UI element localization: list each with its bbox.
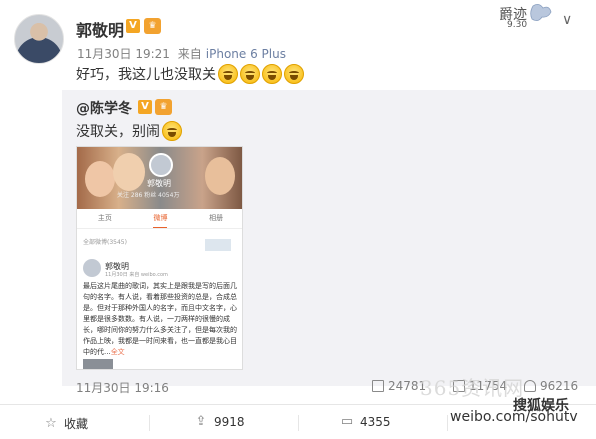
favorite-button[interactable]: ☆ 收藏 — [44, 415, 88, 432]
author-avatar[interactable] — [14, 14, 64, 64]
laugh-cry-emoji-icon — [162, 121, 182, 141]
favorite-label: 收藏 — [64, 417, 89, 431]
verified-badge-icon: V — [138, 100, 152, 114]
star-icon: ☆ — [45, 415, 57, 431]
repost-like-action[interactable]: 96216 — [524, 379, 578, 393]
profile-tab: 主页 — [97, 214, 112, 222]
post-source[interactable]: iPhone 6 Plus — [206, 47, 286, 61]
comment-count: 4355 — [360, 415, 391, 429]
repost-card: @陈学冬 V ♛ 没取关，别闹 郭敬明 关注 286 粉丝 4054万 主页 微… — [62, 90, 596, 395]
inner-avatar — [83, 259, 101, 277]
banner-face — [113, 153, 145, 191]
profile-tab: 相册 — [209, 214, 224, 222]
like-icon — [524, 380, 536, 392]
forward-button[interactable]: ⇪ 9918 — [194, 414, 245, 430]
repost-image[interactable]: 郭敬明 关注 286 粉丝 4054万 主页 微博 相册 全部微博(3545) … — [76, 146, 243, 370]
inner-meta: 11月30日 来自 weibo.com — [105, 272, 168, 278]
vip-crown-icon: ♛ — [144, 18, 161, 34]
banner-face — [205, 157, 235, 195]
profile-tabs: 主页 微博 相册 — [77, 213, 242, 229]
banner-face — [85, 161, 115, 197]
repost-like-count: 96216 — [540, 379, 579, 393]
laugh-cry-emoji-icon — [284, 64, 304, 84]
profile-name: 郭敬明 — [147, 179, 171, 188]
profile-avatar — [149, 153, 173, 177]
comment-button[interactable]: ▭ 4355 — [340, 414, 391, 430]
post-source-prefix: 来自 — [177, 47, 202, 61]
repost-username[interactable]: @陈学冬 — [76, 98, 132, 118]
post-text: 好巧，我这儿也没取关 — [76, 67, 216, 83]
divider — [447, 415, 448, 431]
mini-deco-icon — [205, 239, 231, 251]
author-username[interactable]: 郭敬明 — [76, 17, 124, 41]
laugh-cry-emoji-icon — [240, 64, 260, 84]
repost-text: 没取关，别闹 — [76, 124, 160, 140]
chevron-down-icon[interactable]: ∨ — [562, 12, 572, 28]
forward-icon: ⇪ — [195, 414, 207, 429]
laugh-cry-emoji-icon — [218, 64, 238, 84]
inner-more-link: 全文 — [110, 348, 125, 356]
laugh-cry-emoji-icon — [262, 64, 282, 84]
forward-icon — [372, 380, 384, 392]
divider — [298, 415, 299, 431]
post-content: 好巧，我这儿也没取关 — [76, 64, 304, 84]
verified-badge-icon: V — [126, 19, 140, 33]
vip-crown-icon: ♛ — [155, 99, 172, 115]
watermark-url: weibo.com/sohutv — [450, 409, 578, 425]
repost-forward-action[interactable]: 24781 — [372, 379, 426, 393]
weibo-count: 全部微博(3545) — [83, 239, 127, 246]
profile-tab-active: 微博 — [153, 213, 168, 228]
post-time[interactable]: 11月30日 19:21 — [77, 47, 170, 61]
inner-thumbnail — [83, 359, 113, 369]
repost-content: 没取关，别闹 — [76, 121, 182, 141]
repost-time[interactable]: 11月30日 19:16 — [76, 379, 169, 396]
comment-icon: ▭ — [340, 414, 354, 429]
inner-text: 最后这片尾曲的歌词，其实上是跟我是写的后面几句的名字。有人说，看着那些投资的总是… — [83, 281, 239, 358]
profile-stats: 关注 286 粉丝 4054万 — [117, 192, 180, 199]
forward-count: 9918 — [214, 415, 245, 429]
divider — [149, 415, 150, 431]
inner-text-body: 最后这片尾曲的歌词，其实上是跟我是写的后面几句的名字。有人说，看着那些投资的总是… — [83, 282, 237, 356]
post-meta: 11月30日 19:21 来自 iPhone 6 Plus — [77, 45, 290, 62]
watermark-site: 365资讯网 — [420, 376, 525, 400]
card-decoration-date: 9.30 — [507, 20, 528, 30]
